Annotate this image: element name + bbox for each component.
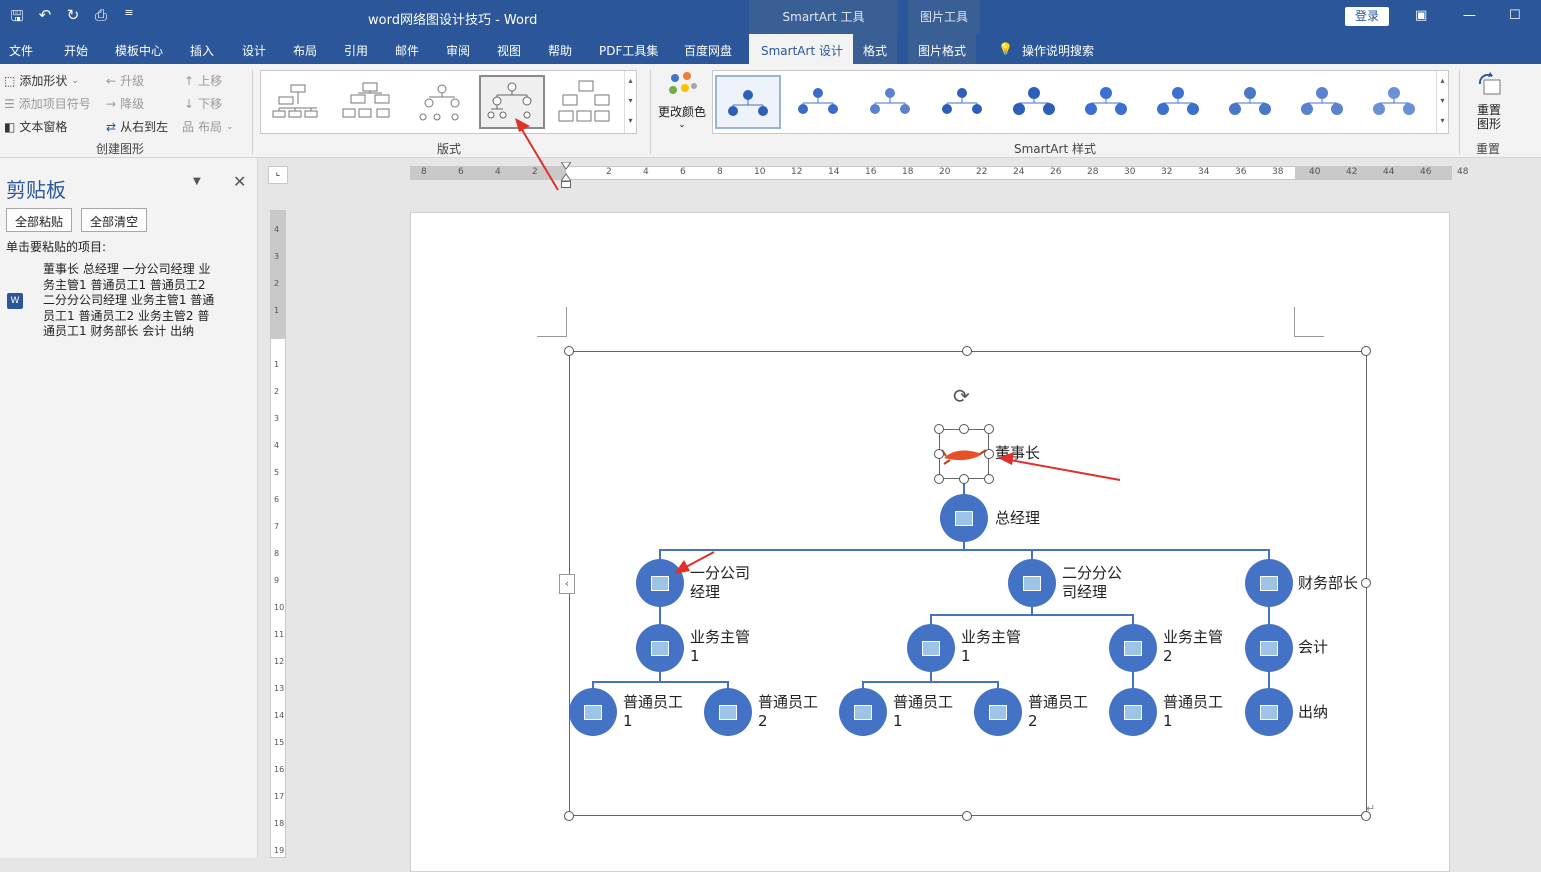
red-arrow-icon (998, 452, 1121, 481)
red-arrow-icon (515, 118, 559, 191)
red-arrow-icon (674, 551, 715, 574)
annotation-arrows (515, 118, 1121, 574)
